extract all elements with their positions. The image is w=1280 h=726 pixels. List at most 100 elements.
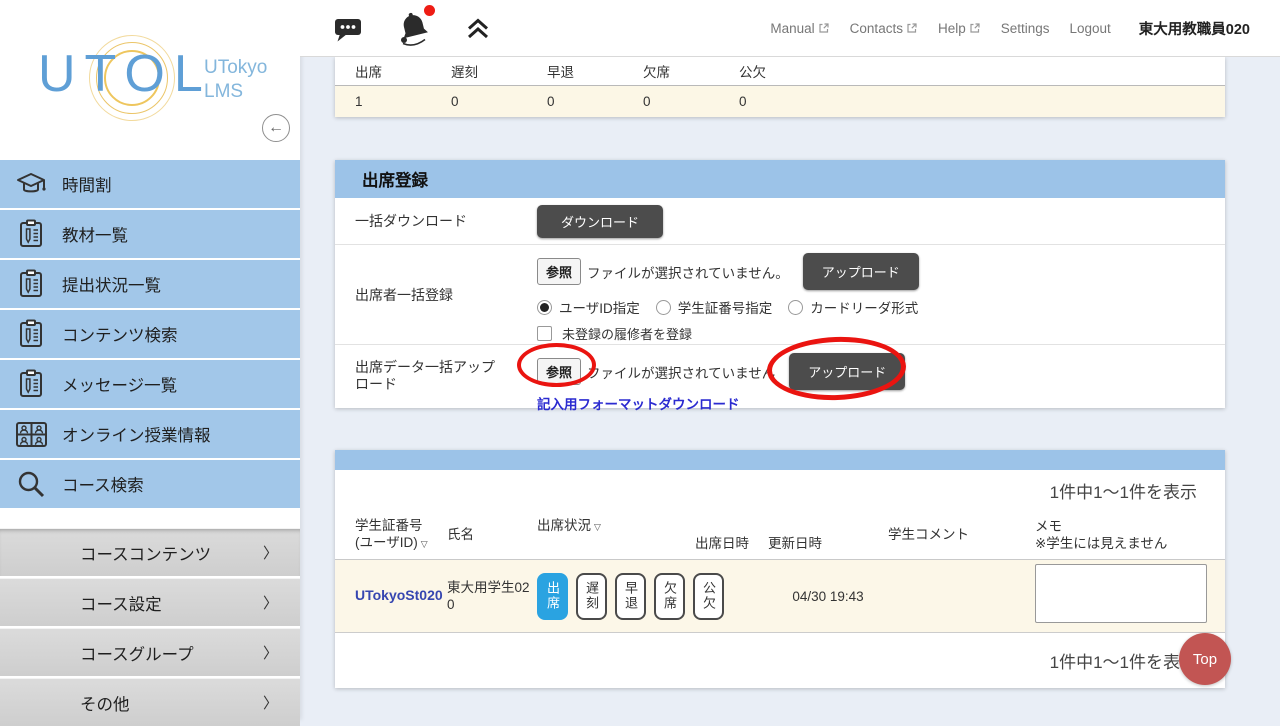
logged-in-user-name: 東大用教職員020 <box>1139 18 1250 39</box>
sidebar-item-materials[interactable]: 教材一覧 <box>0 210 300 258</box>
status-button-late[interactable]: 遅刻 <box>576 573 607 620</box>
summary-value: 1 <box>335 94 451 109</box>
student-id-cell: UTokyoSt020 <box>335 587 447 605</box>
summary-value: 0 <box>451 94 547 109</box>
sidebar-item-course-settings[interactable]: コース設定 〉 <box>0 578 300 626</box>
column-header: 欠席 <box>643 61 739 81</box>
sidebar: UTOL UTokyo LMS ← 時間割 教材一覧 提出状況一覧 コンテンツ検… <box>0 0 300 720</box>
status-button-early-leave[interactable]: 早退 <box>615 573 646 620</box>
notification-badge <box>424 5 435 16</box>
status-button-present[interactable]: 出席 <box>537 573 568 620</box>
column-header: 早退 <box>547 61 643 81</box>
logo-subtitle: UTokyo LMS <box>204 56 267 104</box>
clipboard-icon <box>0 219 62 249</box>
summary-header-row: 出席 遅刻 早退 欠席 公欠 <box>335 57 1225 86</box>
column-header: 遅刻 <box>451 61 547 81</box>
clipboard-icon <box>0 369 62 399</box>
memo-textarea[interactable] <box>1035 564 1207 623</box>
pagination-text-bottom: 1件中1〜1件を表示 <box>335 633 1225 688</box>
column-header-memo: メモ ※学生には見えません <box>1035 510 1225 559</box>
back-arrow-icon: ← <box>268 119 284 137</box>
summary-value-row: 1 0 0 0 0 <box>335 86 1225 117</box>
summary-value: 0 <box>547 94 643 109</box>
sort-icon: ▽ <box>421 539 428 549</box>
external-link-icon <box>906 22 918 34</box>
column-header: 公欠 <box>739 61 835 81</box>
table-top-bar <box>335 450 1225 470</box>
sidebar-divider <box>0 510 300 528</box>
contacts-link[interactable]: Contacts <box>850 21 918 36</box>
sort-icon: ▽ <box>594 522 601 532</box>
data-upload-label: 出席データ一括アップロード <box>335 345 537 408</box>
online-class-grid-icon <box>0 421 62 448</box>
settings-link[interactable]: Settings <box>1001 21 1050 36</box>
column-header-updated-at: 更新日時 <box>768 510 888 559</box>
upload-button[interactable]: アップロード <box>803 253 919 290</box>
chevron-right-icon: 〉 <box>263 692 278 713</box>
sidebar-item-course-search[interactable]: コース検索 <box>0 460 300 508</box>
utol-logo: UTOL <box>38 44 212 104</box>
status-buttons-cell: 出席 遅刻 早退 欠席 公欠 <box>537 573 695 620</box>
notification-bell-icon[interactable] <box>397 10 431 46</box>
sidebar-item-content-search[interactable]: コンテンツ検索 <box>0 310 300 358</box>
search-icon <box>0 469 62 499</box>
attendance-summary-table: 出席 遅刻 早退 欠席 公欠 1 0 0 0 0 <box>335 57 1225 117</box>
browse-file-button[interactable]: 参照 <box>537 358 581 385</box>
chevron-right-icon: 〉 <box>263 542 278 563</box>
summary-value: 0 <box>643 94 739 109</box>
column-header-student-comment: 学生コメント <box>888 510 1035 559</box>
chevron-right-icon: 〉 <box>263 642 278 663</box>
top-header: Manual Contacts Help Settings Logout 東大用… <box>300 0 1280 57</box>
sidebar-item-course-contents[interactable]: コースコンテンツ 〉 <box>0 528 300 576</box>
sidebar-item-messages[interactable]: メッセージ一覧 <box>0 360 300 408</box>
logo-area: UTOL UTokyo LMS ← <box>0 0 300 160</box>
bulk-download-label: 一括ダウンロード <box>335 198 537 244</box>
register-unenrolled-checkbox[interactable] <box>537 326 552 341</box>
updated-at-cell: 04/30 19:43 <box>768 589 888 604</box>
summary-value: 0 <box>739 94 835 109</box>
student-name-cell: 東大用学生020 <box>447 579 537 613</box>
student-table-header: 学生証番号 (ユーザID)▽ 氏名 出席状況▽ 出席日時 更新日時 学生コメント… <box>335 510 1225 560</box>
help-link[interactable]: Help <box>938 21 981 36</box>
radio-user-id[interactable] <box>537 300 552 315</box>
sidebar-item-online-class[interactable]: オンライン授業情報 <box>0 410 300 458</box>
clipboard-icon <box>0 319 62 349</box>
pagination-text-top: 1件中1〜1件を表示 <box>335 470 1225 510</box>
data-upload-row: 出席データ一括アップロード 参照 ファイルが選択されていません アップロード 記… <box>335 345 1225 408</box>
bulk-register-row: 出席者一括登録 参照 ファイルが選択されていません。 アップロード ユーザID指… <box>335 245 1225 345</box>
collapse-header-icon[interactable] <box>465 15 491 41</box>
status-button-absent[interactable]: 欠席 <box>654 573 685 620</box>
external-link-icon <box>969 22 981 34</box>
student-attendance-table: 1件中1〜1件を表示 学生証番号 (ユーザID)▽ 氏名 出席状況▽ 出席日時 … <box>335 450 1225 688</box>
upload-button[interactable]: アップロード <box>789 353 905 390</box>
column-header-attended-at: 出席日時 <box>695 510 768 559</box>
logout-link[interactable]: Logout <box>1070 21 1111 36</box>
bulk-download-row: 一括ダウンロード ダウンロード <box>335 198 1225 245</box>
column-header-student-id[interactable]: 学生証番号 (ユーザID)▽ <box>335 510 447 559</box>
chat-bubble-icon[interactable] <box>333 15 363 42</box>
graduation-cap-icon <box>0 170 62 198</box>
scroll-to-top-button[interactable]: Top <box>1179 633 1231 685</box>
format-download-link[interactable]: 記入用フォーマットダウンロード <box>537 397 740 412</box>
sidebar-collapse-button[interactable]: ← <box>262 114 290 142</box>
student-row: UTokyoSt020 東大用学生020 出席 遅刻 早退 欠席 公欠 04/3… <box>335 560 1225 633</box>
sidebar-item-timetable[interactable]: 時間割 <box>0 160 300 208</box>
attendance-register-section: 出席登録 一括ダウンロード ダウンロード 出席者一括登録 参照 ファイルが選択さ… <box>335 160 1225 408</box>
column-header-status[interactable]: 出席状況▽ <box>537 510 695 559</box>
no-file-selected-text: ファイルが選択されていません。 <box>587 262 789 282</box>
external-link-icon <box>818 22 830 34</box>
memo-cell <box>1035 564 1225 628</box>
sidebar-item-others[interactable]: その他 〉 <box>0 678 300 726</box>
bulk-register-label: 出席者一括登録 <box>335 245 537 344</box>
radio-student-number[interactable] <box>656 300 671 315</box>
chevron-right-icon: 〉 <box>263 592 278 613</box>
status-button-excused[interactable]: 公欠 <box>693 573 724 620</box>
column-header-name: 氏名 <box>447 510 537 559</box>
manual-link[interactable]: Manual <box>770 21 829 36</box>
browse-file-button[interactable]: 参照 <box>537 258 581 285</box>
download-button[interactable]: ダウンロード <box>537 205 663 238</box>
radio-card-reader[interactable] <box>788 300 803 315</box>
student-id-link[interactable]: UTokyoSt020 <box>355 587 443 603</box>
sidebar-item-submission-status[interactable]: 提出状況一覧 <box>0 260 300 308</box>
sidebar-item-course-group[interactable]: コースグループ 〉 <box>0 628 300 676</box>
